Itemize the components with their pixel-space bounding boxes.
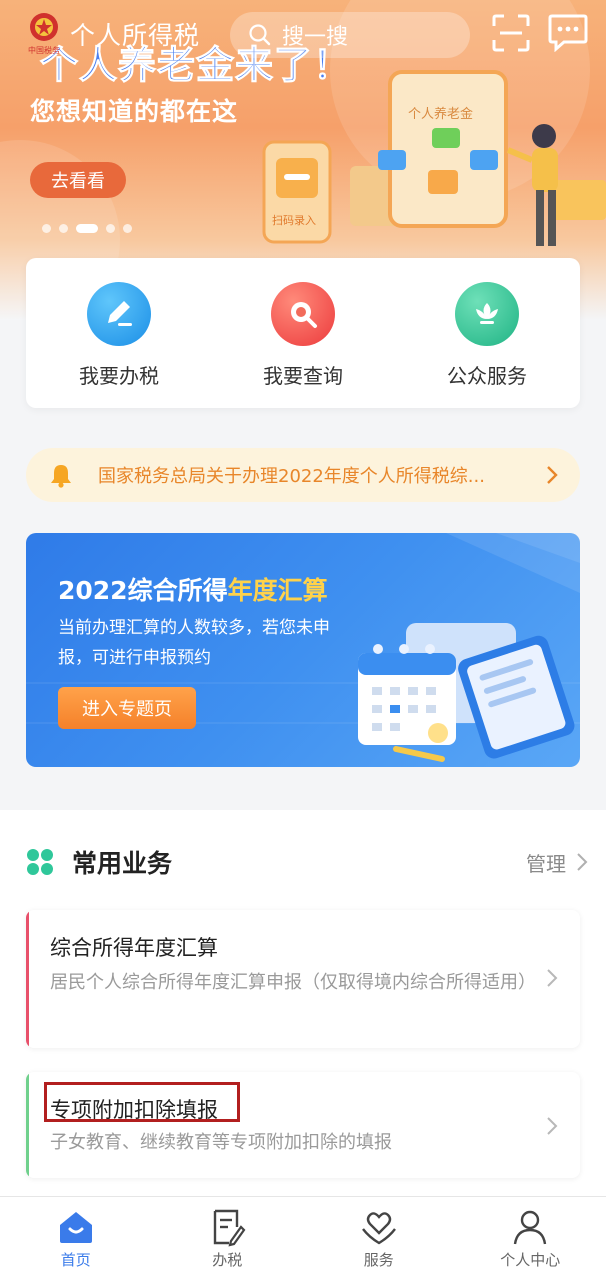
common-services-section: 常用业务 管理 综合所得年度汇算 居民个人综合所得年度汇算申报（仅取得境内综合所… [0, 810, 606, 1200]
bottom-navigation: 首页 办税 服务 个人中心 [0, 1196, 606, 1278]
service-description: 居民个人综合所得年度汇算申报（仅取得境内综合所得适用） [50, 972, 536, 993]
annual-settlement-banner[interactable]: 2022综合所得年度汇算 当前办理汇算的人数较多，若您未申报，可进行申报预约 进… [26, 533, 580, 767]
grid-icon [27, 849, 53, 875]
top-bar: 中国税务 个人所得税 搜一搜 [0, 0, 606, 72]
annual-title: 2022综合所得年度汇算 [58, 571, 328, 607]
common-services-header: 常用业务 [26, 844, 172, 880]
nav-label: 服务 [363, 1251, 394, 1269]
annual-title-prefix: 2022综合所得 [58, 576, 228, 605]
card-accent-bar [26, 1072, 29, 1178]
manage-link[interactable]: 管理 [526, 848, 566, 877]
heart-hands-icon [361, 1212, 396, 1245]
carousel-dot[interactable] [123, 224, 132, 233]
search-bar[interactable]: 搜一搜 [230, 12, 470, 58]
chevron-right-icon [547, 466, 558, 484]
quick-action-public-service[interactable]: 公众服务 [422, 282, 552, 389]
nav-label: 办税 [212, 1251, 243, 1269]
nav-services[interactable]: 服务 [303, 1197, 455, 1278]
message-icon[interactable] [548, 14, 588, 52]
quick-actions-card: 我要办税 我要查询 公众服务 [26, 258, 580, 408]
lotus-icon [455, 282, 519, 346]
common-services-title: 常用业务 [72, 849, 173, 878]
calendar-illustration [358, 623, 575, 762]
notice-text: 国家税务总局关于办理2022年度个人所得税综... [98, 466, 485, 487]
carousel-dots[interactable] [42, 224, 132, 233]
scan-icon[interactable] [492, 14, 530, 52]
bell-icon [51, 465, 71, 488]
nav-home[interactable]: 首页 [0, 1197, 152, 1278]
service-card-annual-settlement[interactable]: 综合所得年度汇算 居民个人综合所得年度汇算申报（仅取得境内综合所得适用） [26, 910, 580, 1048]
enter-topic-button[interactable]: 进入专题页 [58, 687, 196, 729]
emblem-text: 中国税务 [28, 45, 60, 55]
nav-personal-center[interactable]: 个人中心 [455, 1197, 606, 1278]
annual-description: 当前办理汇算的人数较多，若您未申报，可进行申报预约 [58, 618, 330, 668]
search-icon [271, 282, 335, 346]
app-title: 个人所得税 [70, 21, 201, 50]
search-icon [249, 24, 271, 46]
carousel-dot[interactable] [106, 224, 115, 233]
quick-action-label: 我要查询 [263, 364, 343, 388]
banner-subtitle: 您想知道的都在这 [30, 97, 239, 126]
carousel-dot-active[interactable] [76, 224, 98, 233]
nav-handle-tax[interactable]: 办税 [152, 1197, 304, 1278]
chevron-right-icon [547, 969, 558, 987]
banner-see-button[interactable]: 去看看 [30, 162, 126, 198]
edit-icon [87, 282, 151, 346]
document-edit-icon [214, 1209, 246, 1247]
carousel-dot[interactable] [59, 224, 68, 233]
service-description: 子女教育、继续教育等专项附加扣除的填报 [50, 1132, 392, 1153]
chevron-right-icon[interactable] [576, 852, 588, 872]
nav-label: 个人中心 [500, 1251, 561, 1269]
chevron-right-icon [547, 1117, 558, 1135]
home-icon [59, 1212, 92, 1243]
service-title: 综合所得年度汇算 [50, 936, 218, 960]
card-accent-bar [26, 910, 29, 1048]
annual-title-highlight: 年度汇算 [227, 576, 328, 605]
nav-label: 首页 [60, 1251, 91, 1269]
scan-entry-label: 扫码录入 [272, 214, 316, 227]
highlight-annotation-box [44, 1082, 240, 1122]
search-placeholder: 搜一搜 [282, 25, 349, 50]
quick-action-label: 我要办税 [79, 364, 159, 388]
pension-illustration: 扫码录入 个人养老金 [262, 70, 606, 246]
quick-action-handle-tax[interactable]: 我要办税 [54, 282, 184, 389]
quick-action-label: 公众服务 [447, 364, 527, 388]
quick-action-query[interactable]: 我要查询 [238, 282, 368, 389]
pension-card-title: 个人养老金 [408, 106, 473, 122]
notice-bar[interactable]: 国家税务总局关于办理2022年度个人所得税综... [26, 448, 580, 502]
tax-emblem-icon: 中国税务 [28, 13, 60, 55]
person-icon [514, 1210, 547, 1245]
carousel-dot[interactable] [42, 224, 51, 233]
